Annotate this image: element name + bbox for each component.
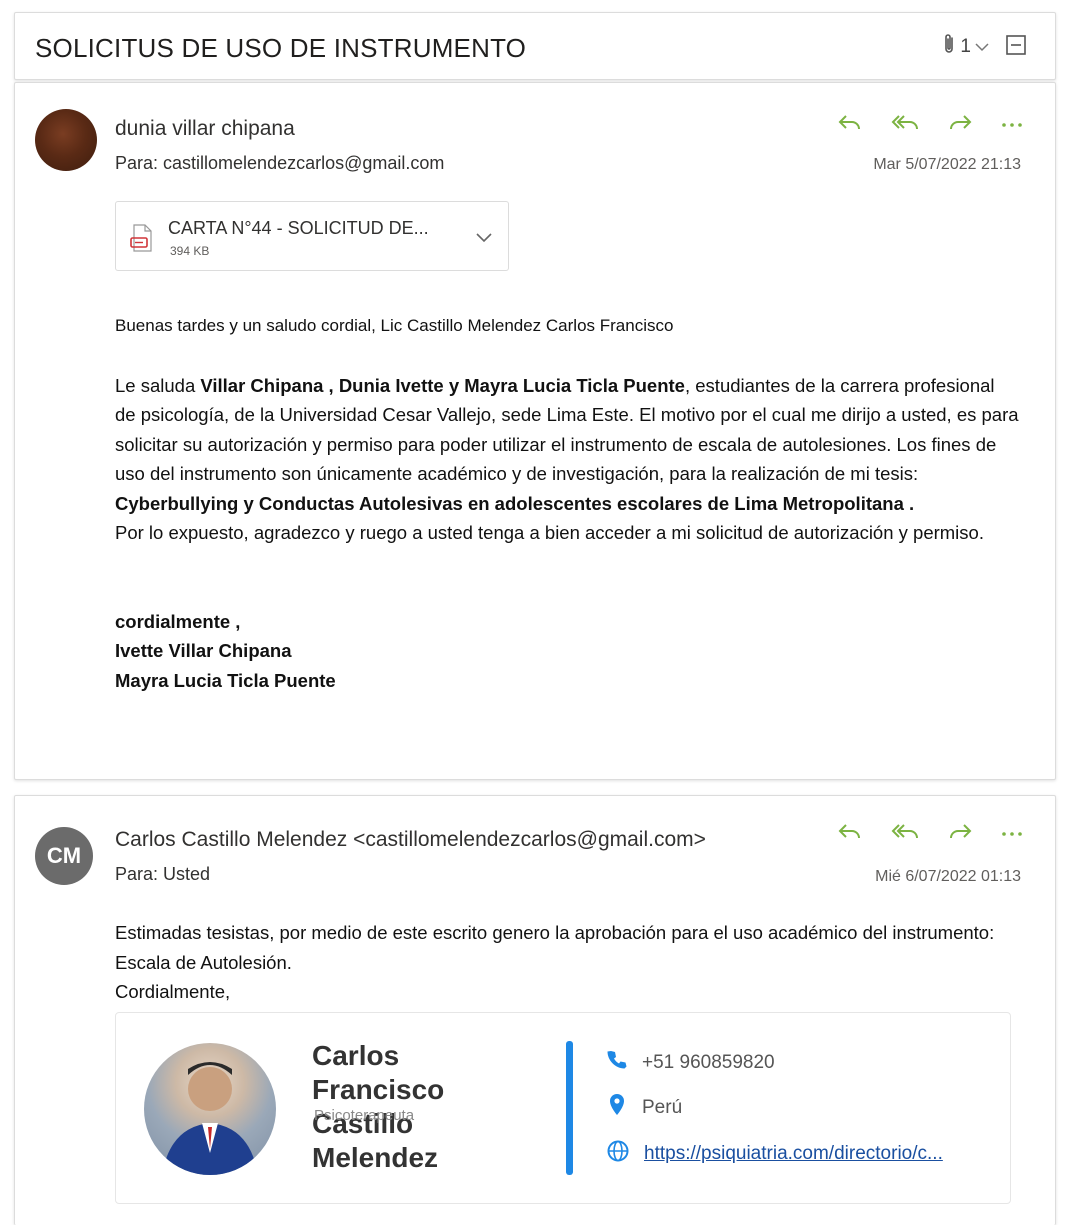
thread-header: SOLICITUS DE USO DE INSTRUMENTO 1 [14,12,1056,80]
students-names: Villar Chipana , Dunia Ivette y Mayra Lu… [200,374,685,396]
chevron-down-icon [975,36,989,58]
signature-location-row: Perú [606,1093,682,1123]
body-paragraph: Estimadas tesistas, por medio de este es… [115,922,995,973]
header-tools: 1 [942,33,1027,61]
reply-all-icon[interactable] [891,113,919,133]
message-card: dunia villar chipana Para: castillomelen… [14,82,1056,780]
more-options-icon[interactable] [1001,113,1023,133]
avatar: CM [35,827,93,885]
body-text: Le saluda [115,374,201,396]
recipient-line: Para: Usted [115,864,211,884]
message-actions [837,113,1023,133]
pdf-file-icon [130,224,154,257]
forward-icon[interactable] [947,113,973,133]
location-pin-icon [606,1093,628,1123]
message-timestamp: Mar 5/07/2022 21:13 [873,156,1021,173]
signature-divider [566,1041,573,1175]
body-paragraph: Por lo expuesto, agradezco y ruego a ust… [115,522,984,543]
signoff: cordialmente , [115,610,241,632]
message-body: Estimadas tesistas, por medio de este es… [115,918,1020,1007]
signoff: Cordialmente, [115,981,231,1002]
attachment-card[interactable]: CARTA N°44 - SOLICITUD DE... 394 KB [115,201,509,271]
reply-icon[interactable] [837,113,863,133]
email-signature: Carlos Francisco Castillo Melendez Psico… [115,1012,1011,1204]
recipient-line: Para: castillomelendezcarlos@gmail.com [115,153,445,173]
sender-name[interactable]: dunia villar chipana [115,117,295,141]
signature-photo [144,1043,276,1175]
thesis-title: Cyberbullying y Conductas Autolesivas en… [115,492,915,514]
message-body: Buenas tardes y un saludo cordial, Lic C… [115,311,1020,695]
signature-location: Perú [642,1097,683,1118]
phone-icon [606,1049,628,1077]
collapse-all-icon[interactable] [1005,34,1027,61]
forward-icon[interactable] [947,822,973,842]
signature-phone: +51 960859820 [642,1052,775,1073]
signature-role: Psicoterapeuta [314,1107,415,1124]
avatar [35,109,97,171]
globe-icon [606,1139,630,1169]
attachment-name: CARTA N°44 - SOLICITUD DE... [168,218,429,238]
message-timestamp: Mié 6/07/2022 01:13 [875,868,1021,885]
signature-name: Mayra Lucia Ticla Puente [115,669,336,691]
message-card: CM Carlos Castillo Melendez <castillomel… [14,795,1056,1225]
reply-icon[interactable] [837,822,863,842]
paperclip-icon [942,33,956,61]
signature-name: Ivette Villar Chipana [115,640,292,661]
more-options-icon[interactable] [1001,822,1023,842]
greeting-text: Buenas tardes y un saludo cordial, Lic C… [115,316,674,335]
signature-phone-row: +51 960859820 [606,1049,775,1077]
attachment-size: 394 KB [170,244,210,258]
signature-website-row: https://psiquiatria.com/directorio/c... [606,1139,943,1169]
attachment-count: 1 [960,36,971,57]
body-paragraph: Le saluda Villar Chipana , Dunia Ivette … [115,371,1020,519]
thread-subject: SOLICITUS DE USO DE INSTRUMENTO [35,33,527,63]
sender-name[interactable]: Carlos Castillo Melendez <castillomelend… [115,828,706,852]
reply-all-icon[interactable] [891,822,919,842]
signature-website-link[interactable]: https://psiquiatria.com/directorio/c... [644,1143,943,1165]
message-actions [837,822,1023,842]
chevron-down-icon[interactable] [476,230,492,248]
attachment-count-button[interactable]: 1 [942,33,989,61]
